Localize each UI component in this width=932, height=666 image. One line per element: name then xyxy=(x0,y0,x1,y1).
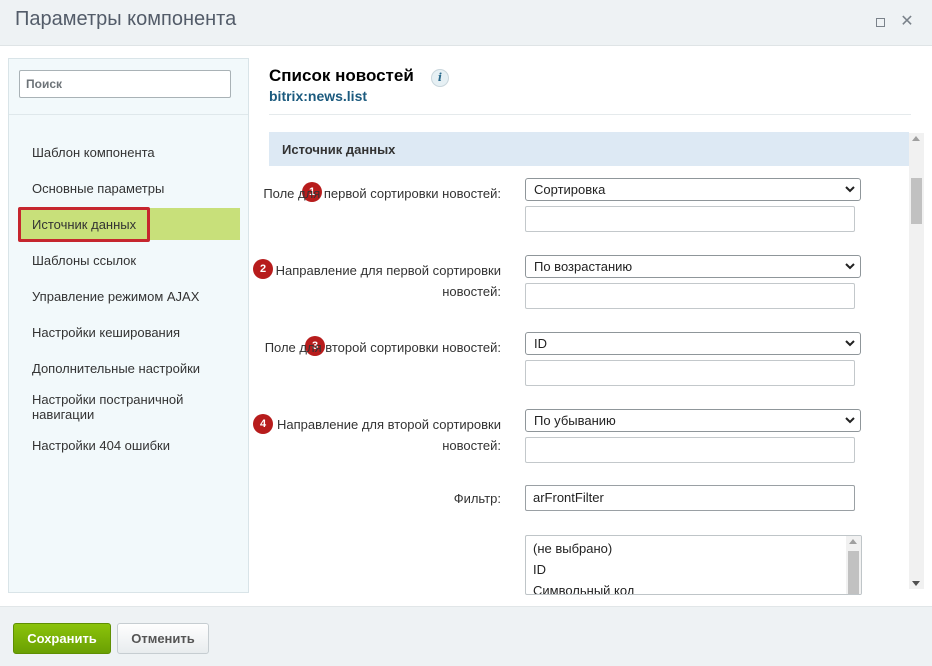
main-content: Список новостей i bitrix:news.list Источ… xyxy=(253,58,929,606)
dialog-titlebar: Параметры компонента ✕ xyxy=(0,0,932,46)
sidebar-item-cache[interactable]: Настройки кеширования xyxy=(32,325,232,340)
sort-field-1-select[interactable]: Сортировка xyxy=(525,178,861,201)
chevron-down-icon xyxy=(845,340,855,347)
close-icon[interactable]: ✕ xyxy=(899,14,915,30)
multiselect-option[interactable]: (не выбрано) xyxy=(533,541,612,556)
component-code: bitrix:news.list xyxy=(269,88,368,104)
dialog-title: Параметры компонента xyxy=(15,8,237,30)
multiselect-option[interactable]: Символьный код xyxy=(533,583,634,594)
annotation-badge: 4 xyxy=(253,414,273,434)
save-button[interactable]: Сохранить xyxy=(13,623,111,654)
select-value: По возрастанию xyxy=(534,259,633,274)
sort-field-2-select[interactable]: ID xyxy=(525,332,861,355)
annotation-badge: 2 xyxy=(253,259,273,279)
sort-order-1-custom-input[interactable] xyxy=(525,283,855,309)
scroll-up-icon[interactable] xyxy=(849,539,857,544)
sidebar-item-link-templates[interactable]: Шаблоны ссылок xyxy=(32,253,232,268)
filter-label: Фильтр: xyxy=(453,491,501,506)
search-input[interactable] xyxy=(19,70,231,98)
scroll-down-icon[interactable] xyxy=(912,581,920,586)
maximize-icon[interactable] xyxy=(872,14,888,30)
content-scrollbar[interactable] xyxy=(909,133,924,589)
sidebar-divider xyxy=(9,114,248,115)
sidebar-item-pagination[interactable]: Настройки постраничной навигации xyxy=(32,392,202,422)
sidebar-item-404[interactable]: Настройки 404 ошибки xyxy=(32,438,232,453)
chevron-down-icon xyxy=(845,417,855,424)
sort-order-1-select[interactable]: По возрастанию xyxy=(525,255,861,278)
multiselect-scrollbar[interactable] xyxy=(846,536,861,594)
field-label: Направление для первой сортировки новост… xyxy=(275,263,501,299)
section-header: Источник данных xyxy=(269,132,909,166)
sort-field-1-custom-input[interactable] xyxy=(525,206,855,232)
chevron-down-icon xyxy=(845,263,855,270)
sort-order-2-select[interactable]: По убыванию xyxy=(525,409,861,432)
chevron-down-icon xyxy=(845,186,855,193)
scrollbar-thumb[interactable] xyxy=(911,178,922,224)
sort-order-2-custom-input[interactable] xyxy=(525,437,855,463)
select-value: По убыванию xyxy=(534,413,616,428)
sort-field-2-custom-input[interactable] xyxy=(525,360,855,386)
info-icon[interactable]: i xyxy=(431,69,449,87)
field-code-multiselect[interactable]: (не выбрано) ID Символьный код xyxy=(525,535,862,595)
sidebar-item-main-params[interactable]: Основные параметры xyxy=(32,181,232,196)
field-label: Направление для второй сортировки новост… xyxy=(277,417,501,453)
scrollbar-thumb[interactable] xyxy=(848,551,859,594)
sidebar: Шаблон компонента Основные параметры Ист… xyxy=(8,58,249,593)
sidebar-item-ajax[interactable]: Управление режимом AJAX xyxy=(32,289,232,304)
multiselect-option[interactable]: ID xyxy=(533,562,546,577)
field-label: Поле для первой сортировки новостей: xyxy=(263,186,501,201)
filter-input[interactable]: arFrontFilter xyxy=(525,485,855,511)
cancel-button[interactable]: Отменить xyxy=(117,623,209,654)
sidebar-item-data-source[interactable]: Источник данных xyxy=(32,217,232,232)
component-title: Список новостей xyxy=(269,66,414,85)
dialog-footer: Сохранить Отменить xyxy=(0,606,932,666)
sidebar-item-template[interactable]: Шаблон компонента xyxy=(32,145,232,160)
select-value: ID xyxy=(534,336,547,351)
content-divider xyxy=(269,114,911,115)
select-value: Сортировка xyxy=(534,182,606,197)
scroll-up-icon[interactable] xyxy=(912,136,920,141)
sidebar-item-additional[interactable]: Дополнительные настройки xyxy=(32,361,232,376)
field-label: Поле для второй сортировки новостей: xyxy=(264,340,501,355)
